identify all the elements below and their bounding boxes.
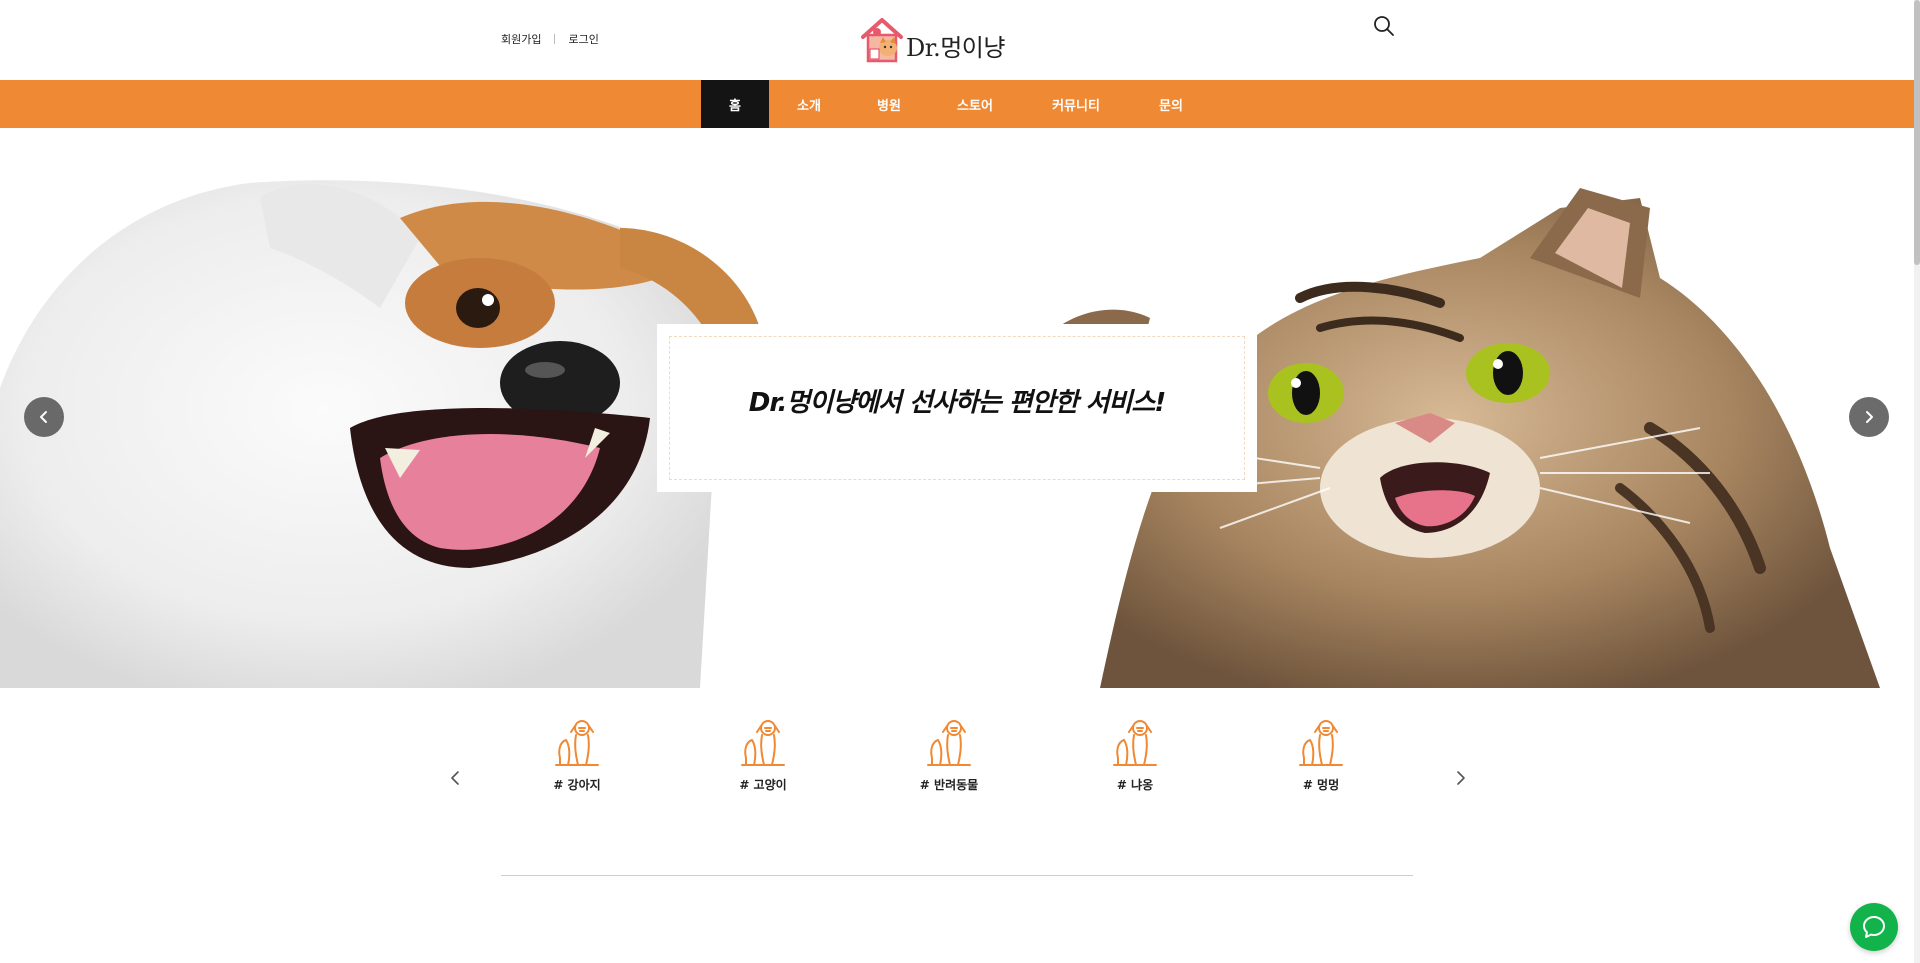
category-item-dog[interactable]: # 강아지 xyxy=(507,718,647,808)
hero-slider: Dr.멍이냥에서 선사하는 편안한 서비스! xyxy=(0,128,1914,688)
nav-item-label: 병원 xyxy=(877,98,901,114)
category-item-meow[interactable]: # 냐옹 xyxy=(1065,718,1205,808)
site-logo[interactable]: Dr.멍이냥 xyxy=(860,15,1005,63)
nav-item-label: 커뮤니티 xyxy=(1052,98,1100,114)
nav-menu: 홈 소개 병원 스토어 커뮤니티 문의 xyxy=(701,80,1211,128)
nav-item-community[interactable]: 커뮤니티 xyxy=(1021,80,1131,128)
pet-icon xyxy=(1113,720,1157,766)
login-link[interactable]: 로그인 xyxy=(568,31,598,47)
nav-item-home[interactable]: 홈 xyxy=(701,80,769,128)
search-icon xyxy=(1374,16,1394,36)
site-header: 회원가입 로그인 Dr.멍이냥 xyxy=(0,0,1914,80)
signup-link[interactable]: 회원가입 xyxy=(501,31,541,47)
nav-item-label: 스토어 xyxy=(957,98,993,114)
category-label: # 냐옹 xyxy=(1116,778,1154,792)
chat-button[interactable] xyxy=(1850,903,1898,951)
nav-item-label: 소개 xyxy=(797,98,821,114)
pet-icon xyxy=(927,720,971,766)
page-scrollbar[interactable] xyxy=(1914,0,1920,963)
chevron-right-icon xyxy=(1457,771,1465,785)
nav-item-label: 문의 xyxy=(1159,98,1183,114)
hero-prev-button[interactable] xyxy=(24,397,64,437)
category-item-cat[interactable]: # 고양이 xyxy=(693,718,833,808)
hero-caption-frame: Dr.멍이냥에서 선사하는 편안한 서비스! xyxy=(669,336,1245,480)
main-nav: 홈 소개 병원 스토어 커뮤니티 문의 xyxy=(0,80,1914,128)
category-label: # 고양이 xyxy=(739,778,787,792)
category-prev-button[interactable] xyxy=(448,770,464,786)
chevron-right-icon xyxy=(1866,411,1873,423)
category-item-woof[interactable]: # 멍멍 xyxy=(1251,718,1391,808)
chat-icon xyxy=(1863,916,1885,938)
nav-item-contact[interactable]: 문의 xyxy=(1131,80,1211,128)
category-label: # 멍멍 xyxy=(1302,778,1340,792)
nav-item-hospital[interactable]: 병원 xyxy=(849,80,929,128)
logo-text: Dr.멍이냥 xyxy=(906,34,1005,62)
hero-caption: Dr.멍이냥에서 선사하는 편안한 서비스! xyxy=(748,387,1166,418)
category-label: # 강아지 xyxy=(553,778,601,792)
search-button[interactable] xyxy=(1372,14,1396,38)
pet-icon xyxy=(555,720,599,766)
hero-caption-box: Dr.멍이냥에서 선사하는 편안한 서비스! xyxy=(657,324,1257,492)
hero-next-button[interactable] xyxy=(1849,397,1889,437)
section-divider xyxy=(501,875,1413,876)
category-label: # 반려동물 xyxy=(919,778,979,792)
pet-icon xyxy=(741,720,785,766)
link-divider xyxy=(554,34,556,44)
nav-item-store[interactable]: 스토어 xyxy=(929,80,1021,128)
user-links: 회원가입 로그인 xyxy=(501,31,599,47)
category-next-button[interactable] xyxy=(1452,770,1468,786)
nav-item-about[interactable]: 소개 xyxy=(769,80,849,128)
scrollbar-thumb[interactable] xyxy=(1914,0,1920,265)
category-slider: # 강아지 # 고양이 # 반려동물 # 냐옹 # 멍멍 xyxy=(0,688,1914,888)
category-item-pets[interactable]: # 반려동물 xyxy=(879,718,1019,808)
logo-house-icon xyxy=(861,18,903,63)
chevron-left-icon xyxy=(40,411,47,423)
pet-icon xyxy=(1299,720,1343,766)
nav-item-label: 홈 xyxy=(729,98,741,114)
chevron-left-icon xyxy=(451,771,459,785)
